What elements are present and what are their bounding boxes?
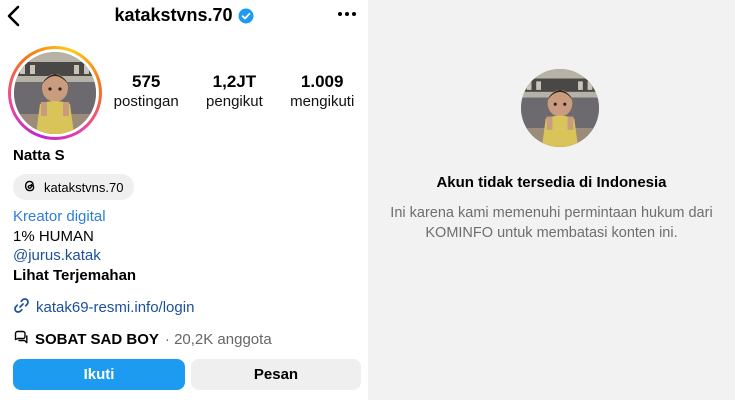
stat-posts-number: 575: [132, 72, 161, 91]
stat-following-label: mengikuti: [290, 93, 355, 110]
profile-header: katakstvns.70: [0, 5, 368, 26]
bio-mention-link[interactable]: @jurus.katak: [13, 246, 136, 266]
avatar[interactable]: [8, 46, 102, 140]
stat-followers[interactable]: 1,2JT pengikut: [206, 72, 263, 112]
threads-badge[interactable]: katakstvns.70: [13, 174, 134, 200]
link-icon: [13, 297, 30, 318]
display-name: Natta S: [13, 147, 65, 164]
message-button[interactable]: Pesan: [191, 359, 361, 390]
stat-followers-label: pengikut: [206, 93, 263, 110]
see-translation-link[interactable]: Lihat Terjemahan: [13, 266, 136, 286]
broadcast-channel-icon: [13, 329, 29, 349]
community-name: SOBAT SAD BOY: [35, 330, 159, 348]
profile-panel: katakstvns.70 575 postingan 1,2JT pengik…: [0, 0, 368, 400]
unavailable-message: Ini karena kami memenuhi permintaan huku…: [390, 205, 713, 241]
follow-button[interactable]: Ikuti: [13, 359, 185, 390]
bio-category[interactable]: Kreator digital: [13, 207, 136, 227]
avatar-photo: [14, 52, 96, 134]
profile-stats: 575 postingan 1,2JT pengikut 1.009 mengi…: [100, 72, 368, 112]
stat-following-number: 1.009: [300, 72, 344, 91]
unavailable-panel: Akun tidak tersedia di Indonesia Ini kar…: [368, 0, 735, 400]
stat-posts[interactable]: 575 postingan: [114, 72, 179, 112]
username-title: katakstvns.70: [114, 5, 233, 25]
unavailable-avatar: [521, 69, 599, 147]
bio: Kreator digital 1% HUMAN @jurus.katak Li…: [13, 207, 136, 285]
threads-handle: katakstvns.70: [44, 179, 124, 195]
community-channel[interactable]: SOBAT SAD BOY · 20,2K anggota: [13, 329, 272, 349]
threads-icon: [23, 179, 37, 196]
profile-website-link[interactable]: katak69-resmi.info/login: [13, 297, 194, 318]
more-options-icon[interactable]: [336, 4, 358, 24]
stat-posts-label: postingan: [113, 93, 179, 110]
stat-followers-number: 1,2JT: [212, 72, 257, 91]
community-member-count: · 20,2K anggota: [164, 330, 272, 348]
stat-following[interactable]: 1.009 mengikuti: [290, 72, 354, 112]
verified-badge-icon: [238, 8, 254, 24]
bio-line: 1% HUMAN: [13, 227, 94, 245]
unavailable-title: Akun tidak tersedia di Indonesia: [436, 174, 667, 191]
website-url: katak69-resmi.info/login: [36, 299, 195, 316]
